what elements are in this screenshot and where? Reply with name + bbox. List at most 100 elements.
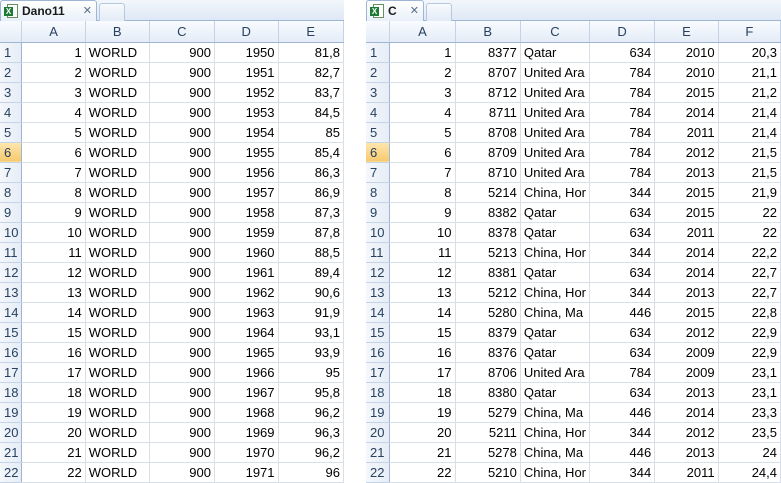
cell-d[interactable]: 1970 [214,442,279,463]
cell-b[interactable]: WORLD [85,462,150,483]
cell-b[interactable]: 8382 [455,202,521,223]
cell-e[interactable]: 89,4 [278,262,344,283]
row-header[interactable]: 15 [366,322,391,343]
row-header[interactable]: 3 [0,82,23,103]
cell-b[interactable]: 8709 [455,142,521,163]
row-header[interactable]: 10 [366,222,391,243]
cell-a[interactable]: 22 [389,462,456,483]
cell-b[interactable]: 5280 [455,302,521,323]
cell-d[interactable]: 784 [589,62,656,83]
cell-d[interactable]: 1960 [214,242,279,263]
cell-b[interactable]: WORLD [85,322,150,343]
select-all-corner[interactable] [0,21,23,43]
cell-e[interactable]: 91,9 [278,302,344,323]
cell-c[interactable]: 900 [149,382,215,403]
row-header[interactable]: 8 [0,182,23,203]
cell-b[interactable]: 5279 [455,402,521,423]
cell-a[interactable]: 13 [21,282,86,303]
row-header[interactable]: 5 [0,122,23,143]
cell-b[interactable]: WORLD [85,342,150,363]
cell-e[interactable]: 2013 [654,162,719,183]
cell-c[interactable]: 900 [149,302,215,323]
cell-a[interactable]: 14 [21,302,86,323]
cell-c[interactable]: Qatar [520,342,591,363]
cell-c[interactable]: United Ara [520,142,591,163]
cell-b[interactable]: WORLD [85,42,150,63]
row-header[interactable]: 17 [366,362,391,383]
cell-c[interactable]: 900 [149,242,215,263]
cell-e[interactable]: 84,5 [278,102,344,123]
cell-d[interactable]: 1959 [214,222,279,243]
cell-f[interactable]: 23,1 [718,362,781,383]
cell-d[interactable]: 1958 [214,202,279,223]
row-header[interactable]: 20 [366,422,391,443]
cell-d[interactable]: 1954 [214,122,279,143]
cell-c[interactable]: 900 [149,42,215,63]
cell-d[interactable]: 634 [589,342,656,363]
cell-f[interactable]: 22 [718,222,781,243]
cell-b[interactable]: WORLD [85,122,150,143]
cell-a[interactable]: 21 [21,442,86,463]
cell-c[interactable]: 900 [149,282,215,303]
cell-e[interactable]: 2011 [654,462,719,483]
column-header-c[interactable]: C [520,21,591,43]
cell-e[interactable]: 2010 [654,62,719,83]
cell-a[interactable]: 4 [21,102,86,123]
cell-a[interactable]: 9 [389,202,456,223]
cell-e[interactable]: 2009 [654,342,719,363]
cell-d[interactable]: 1966 [214,362,279,383]
column-header-b[interactable]: B [85,21,150,43]
column-header-b[interactable]: B [455,21,521,43]
cell-b[interactable]: WORLD [85,182,150,203]
cell-c[interactable]: China, Hor [520,462,591,483]
cell-d[interactable]: 1951 [214,62,279,83]
cell-c[interactable]: 900 [149,222,215,243]
row-header[interactable]: 4 [366,102,391,123]
row-header[interactable]: 22 [366,462,391,483]
row-header[interactable]: 14 [0,302,23,323]
cell-c[interactable]: 900 [149,322,215,343]
cell-e[interactable]: 2013 [654,282,719,303]
cell-c[interactable]: United Ara [520,162,591,183]
row-header[interactable]: 5 [366,122,391,143]
row-header[interactable]: 7 [0,162,23,183]
cell-c[interactable]: Qatar [520,382,591,403]
cell-a[interactable]: 20 [389,422,456,443]
cell-a[interactable]: 18 [21,382,86,403]
cell-d[interactable]: 1955 [214,142,279,163]
row-header[interactable]: 18 [366,382,391,403]
cell-e[interactable]: 2014 [654,402,719,423]
cell-a[interactable]: 2 [21,62,86,83]
cell-a[interactable]: 17 [389,362,456,383]
cell-a[interactable]: 22 [21,462,86,483]
cell-e[interactable]: 2014 [654,242,719,263]
row-header[interactable]: 11 [0,242,23,263]
cell-c[interactable]: 900 [149,442,215,463]
cell-e[interactable]: 2015 [654,202,719,223]
cell-d[interactable]: 1964 [214,322,279,343]
row-header[interactable]: 9 [366,202,391,223]
cell-f[interactable]: 22,2 [718,242,781,263]
close-icon[interactable]: ✕ [410,5,419,17]
cell-a[interactable]: 15 [389,322,456,343]
cell-a[interactable]: 16 [389,342,456,363]
row-header[interactable]: 1 [366,42,391,63]
cell-b[interactable]: 5210 [455,462,521,483]
cell-c[interactable]: China, Hor [520,242,591,263]
cell-b[interactable]: WORLD [85,222,150,243]
cell-f[interactable]: 22,7 [718,282,781,303]
cell-d[interactable]: 344 [589,182,656,203]
cell-e[interactable]: 82,7 [278,62,344,83]
cell-f[interactable]: 23,3 [718,402,781,423]
cell-a[interactable]: 2 [389,62,456,83]
cell-d[interactable]: 1957 [214,182,279,203]
cell-e[interactable]: 2015 [654,82,719,103]
cell-f[interactable]: 24,4 [718,462,781,483]
cell-a[interactable]: 20 [21,422,86,443]
cell-d[interactable]: 784 [589,82,656,103]
cell-a[interactable]: 21 [389,442,456,463]
cell-f[interactable]: 22,7 [718,262,781,283]
row-header[interactable]: 16 [366,342,391,363]
cell-a[interactable]: 10 [21,222,86,243]
cell-e[interactable]: 96 [278,462,344,483]
